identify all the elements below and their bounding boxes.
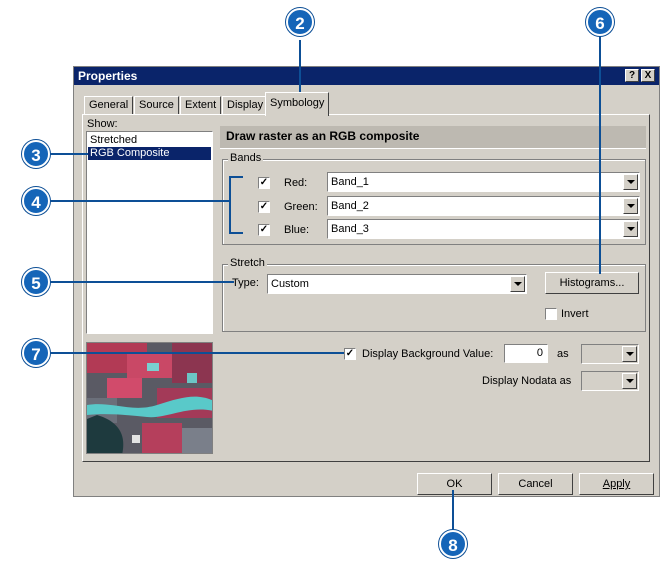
renderer-header: Draw raster as an RGB composite	[220, 126, 646, 149]
callout-4-bracket	[229, 176, 231, 234]
bands-group-label: Bands	[228, 152, 264, 164]
blue-label: Blue:	[284, 224, 310, 236]
red-band-value: Band_1	[331, 176, 369, 188]
green-label: Green:	[284, 201, 318, 213]
window-title: Properties	[78, 69, 138, 83]
show-label: Show:	[87, 118, 118, 130]
green-band-value: Band_2	[331, 200, 369, 212]
stretch-type-value: Custom	[271, 278, 309, 290]
cancel-button[interactable]: Cancel	[498, 473, 573, 495]
callout-7-marker: 7	[22, 339, 50, 367]
raster-preview-image	[87, 343, 212, 453]
help-button[interactable]: ?	[625, 69, 639, 82]
tab-symbology[interactable]: Symbology	[265, 92, 330, 116]
chevron-down-icon[interactable]	[623, 174, 638, 190]
callout-4-bracket-bottom	[229, 232, 243, 234]
red-label: Red:	[284, 177, 308, 189]
callout-3-marker: 3	[22, 140, 50, 168]
raster-preview	[86, 342, 213, 454]
background-value-input[interactable]: 0	[504, 344, 548, 363]
chevron-down-icon[interactable]	[622, 346, 637, 362]
callout-4-line	[48, 200, 230, 202]
callout-2-line	[299, 40, 301, 96]
nodata-label: Display Nodata as	[482, 375, 572, 387]
stretch-type-select[interactable]: Custom	[267, 274, 527, 294]
renderer-title: Draw raster as an RGB composite	[226, 129, 420, 143]
close-button[interactable]: X	[641, 69, 655, 82]
blue-band-select[interactable]: Band_3	[327, 219, 640, 239]
stretch-group-label: Stretch	[228, 257, 267, 269]
callout-8-marker: 8	[439, 530, 467, 558]
tab-general[interactable]: General	[84, 96, 134, 114]
histograms-button[interactable]: Histograms...	[545, 272, 639, 294]
chevron-down-icon[interactable]	[623, 221, 638, 237]
show-item-rgb-composite[interactable]: RGB Composite	[88, 147, 211, 160]
blue-band-value: Band_3	[331, 223, 369, 235]
show-item-stretched[interactable]: Stretched	[88, 134, 213, 147]
callout-2-marker: 2	[286, 8, 314, 36]
background-as-label: as	[557, 348, 569, 360]
background-value-label: Display Background Value:	[362, 348, 494, 360]
chevron-down-icon[interactable]	[622, 373, 637, 389]
apply-button[interactable]: Apply	[579, 473, 654, 495]
nodata-color-select[interactable]	[581, 371, 639, 391]
ok-button[interactable]: OK	[417, 473, 492, 495]
red-checkbox[interactable]: ✓	[258, 177, 270, 189]
tab-display[interactable]: Display	[222, 96, 269, 114]
callout-4-bracket-top	[229, 176, 243, 178]
background-value-checkbox[interactable]: ✓	[344, 348, 356, 360]
callout-5-line	[48, 281, 234, 283]
callout-6-line	[599, 32, 601, 274]
title-bar[interactable]: Properties ? X	[74, 67, 659, 85]
callout-3-line	[48, 153, 88, 155]
stretch-type-label: Type:	[232, 277, 259, 289]
green-checkbox[interactable]: ✓	[258, 201, 270, 213]
blue-checkbox[interactable]: ✓	[258, 224, 270, 236]
callout-4-marker: 4	[22, 187, 50, 215]
show-list[interactable]: Stretched RGB Composite	[86, 131, 213, 334]
chevron-down-icon[interactable]	[510, 276, 525, 292]
chevron-down-icon[interactable]	[623, 198, 638, 214]
callout-8-line	[452, 490, 454, 530]
callout-5-marker: 5	[22, 268, 50, 296]
invert-label: Invert	[561, 308, 589, 320]
tab-source[interactable]: Source	[134, 96, 179, 114]
green-band-select[interactable]: Band_2	[327, 196, 640, 216]
background-color-select[interactable]	[581, 344, 639, 364]
tab-extent[interactable]: Extent	[180, 96, 222, 114]
invert-checkbox[interactable]	[545, 308, 557, 320]
red-band-select[interactable]: Band_1	[327, 172, 640, 192]
callout-7-line	[48, 352, 344, 354]
callout-6-marker: 6	[586, 8, 614, 36]
